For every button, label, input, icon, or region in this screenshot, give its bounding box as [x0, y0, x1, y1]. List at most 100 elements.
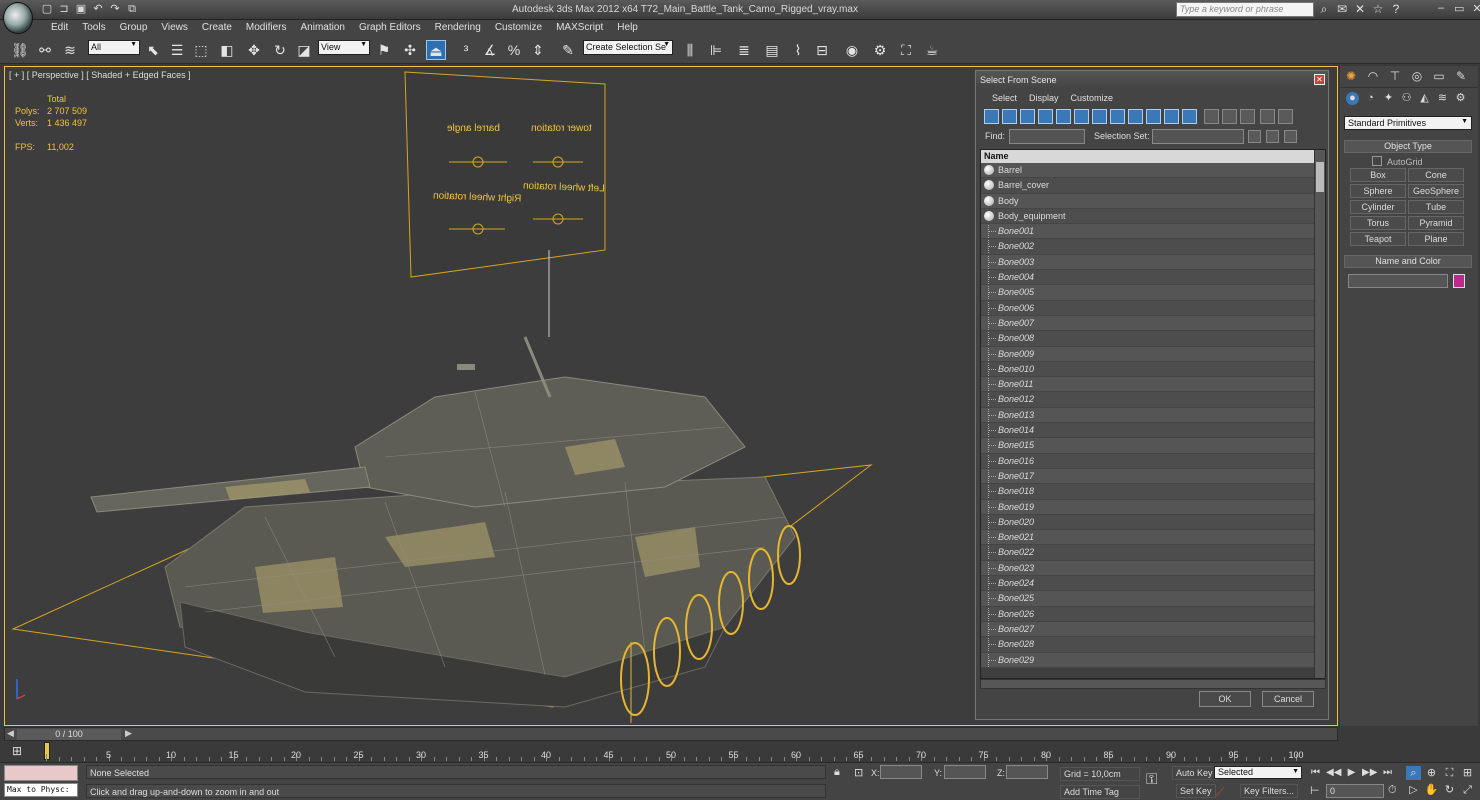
name-and-color-rollout[interactable]: Name and Color — [1344, 255, 1472, 268]
list-item[interactable]: Bone001 — [981, 224, 1325, 240]
rendered-frame-window-icon[interactable]: ⛶ — [896, 40, 916, 60]
list-item[interactable]: Bone006 — [981, 300, 1325, 316]
project-folder-icon[interactable]: ⧉ — [125, 2, 139, 16]
display-cameras-icon[interactable] — [1038, 109, 1053, 124]
list-item[interactable]: Bone003 — [981, 254, 1325, 271]
display-shapes-icon[interactable] — [1002, 109, 1017, 124]
select-none-icon[interactable] — [1222, 109, 1237, 124]
help-icon[interactable]: ? — [1390, 2, 1402, 16]
list-item[interactable]: Bone014 — [981, 423, 1325, 439]
key-mode-toggle-icon[interactable]: ⊢ — [1310, 784, 1320, 797]
pivot-center-icon[interactable]: ⚑ — [374, 40, 394, 60]
cancel-button[interactable]: Cancel — [1262, 691, 1314, 707]
rectangular-selection-icon[interactable]: ⬚ — [191, 40, 211, 60]
previous-key-icon[interactable]: ◀◀ — [1326, 766, 1341, 780]
motion-tab-icon[interactable]: ◎ — [1410, 69, 1424, 83]
display-geometry-icon[interactable] — [984, 109, 999, 124]
filter-options-icon[interactable] — [1278, 109, 1293, 124]
curve-editor-icon[interactable]: ⌇ — [788, 40, 808, 60]
list-item[interactable]: Bone022 — [981, 545, 1325, 561]
display-hidden-icon[interactable] — [1182, 109, 1197, 124]
list-item[interactable]: Bone023 — [981, 560, 1325, 577]
play-icon[interactable]: ▶ — [1344, 766, 1359, 780]
redo-icon[interactable]: ↷ — [108, 2, 122, 16]
percent-snap-icon[interactable]: % — [504, 40, 524, 60]
list-item[interactable]: Bone018 — [981, 484, 1325, 500]
list-item[interactable]: Bone028 — [981, 637, 1325, 653]
primitive-category-select[interactable]: Standard Primitives ▼ — [1344, 116, 1472, 130]
next-frame-icon[interactable]: ▶ — [125, 728, 132, 739]
frame-counter[interactable]: 0 / 100 — [17, 729, 121, 740]
add-time-tag-button[interactable]: Add Time Tag — [1060, 785, 1140, 799]
scale-icon[interactable]: ◪ — [294, 40, 314, 60]
geosphere-button[interactable]: GeoSphere — [1408, 184, 1464, 198]
sync-selection-icon[interactable] — [1284, 130, 1297, 143]
scene-object-list[interactable]: Name Barrel Barrel_cover Body Body_equip… — [980, 149, 1326, 679]
maximize-icon[interactable]: ▭ — [1454, 2, 1464, 15]
x-coordinate-input[interactable] — [880, 765, 922, 779]
material-editor-icon[interactable]: ◉ — [842, 40, 862, 60]
cone-button[interactable]: Cone — [1408, 168, 1464, 182]
absolute-mode-icon[interactable]: ⊡ — [854, 766, 863, 779]
go-to-start-icon[interactable]: ⏮ — [1308, 766, 1323, 780]
minimize-icon[interactable]: – — [1436, 2, 1446, 15]
pan-icon[interactable]: ✋ — [1424, 783, 1439, 797]
time-slider[interactable]: ◀ 0 / 100 ▶ — [4, 727, 1338, 741]
display-frozen-icon[interactable] — [1164, 109, 1179, 124]
list-item[interactable]: Bone012 — [981, 392, 1325, 408]
render-production-icon[interactable]: ☕ — [922, 40, 942, 60]
list-item[interactable]: Barrel — [981, 163, 1325, 179]
select-all-icon[interactable] — [1204, 109, 1219, 124]
display-containers-icon[interactable] — [1146, 109, 1161, 124]
menu-views[interactable]: Views — [154, 20, 195, 36]
key-mode-select[interactable]: Selected ▼ — [1214, 766, 1302, 779]
list-item[interactable]: Bone019 — [981, 499, 1325, 515]
menu-graph-editors[interactable]: Graph Editors — [352, 20, 428, 36]
list-item[interactable]: Bone002 — [981, 239, 1325, 255]
teapot-button[interactable]: Teapot — [1350, 232, 1406, 246]
box-button[interactable]: Box — [1350, 168, 1406, 182]
bind-space-warp-icon[interactable]: ≋ — [60, 40, 80, 60]
menu-rendering[interactable]: Rendering — [428, 20, 488, 36]
object-color-swatch[interactable] — [1453, 274, 1465, 288]
open-file-icon[interactable]: ⊐ — [57, 2, 71, 16]
display-groups-icon[interactable] — [1092, 109, 1107, 124]
list-item[interactable]: Bone027 — [981, 621, 1325, 638]
set-key-button[interactable]: Set Key — [1176, 784, 1216, 798]
render-setup-icon[interactable]: ⚙ — [870, 40, 890, 60]
menu-customize[interactable]: Customize — [488, 20, 549, 36]
utilities-tab-icon[interactable]: ✎ — [1454, 69, 1468, 83]
orbit-icon[interactable]: ↻ — [1442, 783, 1457, 797]
mini-curve-editor-icon[interactable]: ⊞ — [12, 744, 22, 758]
plane-button[interactable]: Plane — [1408, 232, 1464, 246]
geometry-icon[interactable]: ● — [1346, 92, 1359, 105]
mirror-icon[interactable]: ⫼ — [680, 40, 700, 60]
list-item[interactable]: Bone016 — [981, 453, 1325, 469]
key-filters-button[interactable]: Key Filters... — [1240, 784, 1299, 798]
sphere-button[interactable]: Sphere — [1350, 184, 1406, 198]
menu-help[interactable]: Help — [610, 20, 645, 36]
app-logo-button[interactable] — [3, 2, 33, 34]
selection-filter-select[interactable]: All ▼ — [88, 40, 140, 55]
list-item[interactable]: Bone025 — [981, 591, 1325, 607]
lock-selection-icon[interactable]: 🔒︎ — [834, 766, 840, 779]
key-icon[interactable]: ⚿ — [1146, 771, 1157, 788]
list-item[interactable]: Bone004 — [981, 270, 1325, 286]
list-item[interactable]: Bone009 — [981, 346, 1325, 362]
help-search-input[interactable]: Type a keyword or phrase — [1176, 2, 1314, 17]
save-file-icon[interactable]: ▣ — [74, 2, 88, 16]
go-to-end-icon[interactable]: ⏭ — [1380, 766, 1395, 780]
new-file-icon[interactable]: ▢ — [40, 2, 54, 16]
shapes-icon[interactable]: ◔ — [1364, 92, 1377, 105]
zoom-extents-all-icon[interactable]: ⊞ — [1460, 766, 1475, 780]
modify-tab-icon[interactable]: ◠ — [1366, 69, 1380, 83]
systems-icon[interactable]: ⚙ — [1454, 92, 1467, 105]
previous-frame-icon[interactable]: ◀ — [7, 728, 14, 739]
list-item[interactable]: Bone024 — [981, 576, 1325, 592]
display-bones-icon[interactable] — [1128, 109, 1143, 124]
menu-modifiers[interactable]: Modifiers — [239, 20, 294, 36]
set-keys-toggle-icon[interactable]: ⟋ — [1216, 785, 1224, 800]
display-xrefs-icon[interactable] — [1110, 109, 1125, 124]
favorites-star-icon[interactable]: ☆ — [1372, 2, 1384, 16]
zoom-all-icon[interactable]: ⊕ — [1424, 766, 1439, 780]
